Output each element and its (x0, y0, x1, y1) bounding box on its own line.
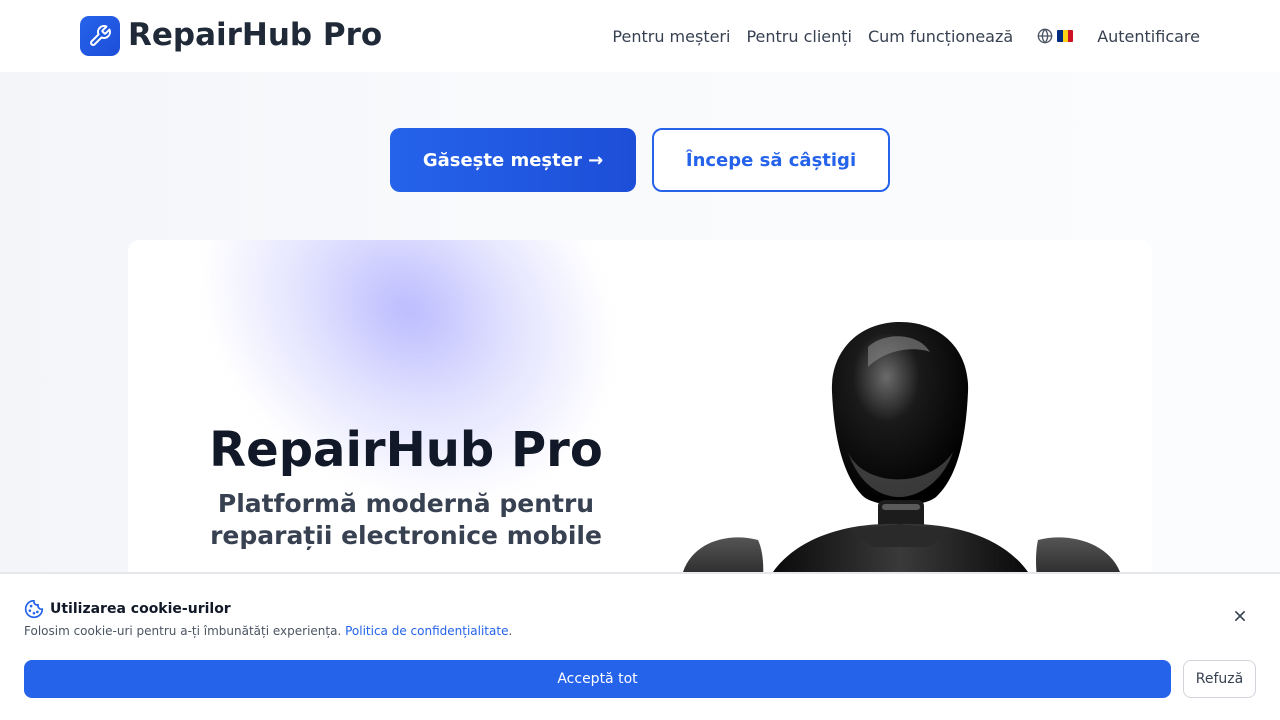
wrench-icon (90, 25, 111, 46)
cookie-title: Utilizarea cookie-urilor (50, 601, 231, 617)
start-earning-button[interactable]: Începe să câștigi (652, 128, 890, 192)
nav-link-craftsmen[interactable]: Pentru meșteri (612, 27, 730, 46)
cookie-icon (24, 599, 44, 619)
cookie-description: Folosim cookie-uri pentru a-ți îmbunătăț… (24, 624, 512, 638)
language-selector[interactable] (1037, 28, 1074, 44)
nav-link-clients[interactable]: Pentru clienți (746, 27, 852, 46)
cookie-text: Folosim cookie-uri pentru a-ți îmbunătăț… (24, 624, 346, 638)
hero-title: RepairHub Pro (209, 422, 603, 478)
romania-flag-icon (1057, 30, 1074, 42)
login-link[interactable]: Autentificare (1097, 27, 1200, 46)
refuse-button[interactable]: Refuză (1183, 660, 1256, 698)
robot-illustration (678, 322, 1126, 612)
main-nav: Pentru meșteri Pentru clienți Cum funcți… (612, 0, 1200, 72)
header: RepairHub Pro Pentru meșteri Pentru clie… (0, 0, 1280, 72)
cookie-text-period: . (508, 624, 513, 638)
accept-all-button[interactable]: Acceptă tot (24, 660, 1171, 698)
close-icon[interactable] (1230, 606, 1250, 626)
find-craftsman-button[interactable]: Găsește meșter → (390, 128, 636, 192)
hero-subtitle: Platformă modernă pentru reparații elect… (210, 489, 602, 550)
nav-link-how-it-works[interactable]: Cum funcționează (868, 27, 1013, 46)
brand-name[interactable]: RepairHub Pro (128, 14, 382, 56)
globe-icon (1037, 28, 1053, 44)
cookie-banner: Utilizarea cookie-urilor Folosim cookie-… (0, 572, 1280, 720)
privacy-policy-link[interactable]: Politica de confidențialitate (345, 624, 508, 638)
logo[interactable] (80, 16, 120, 56)
